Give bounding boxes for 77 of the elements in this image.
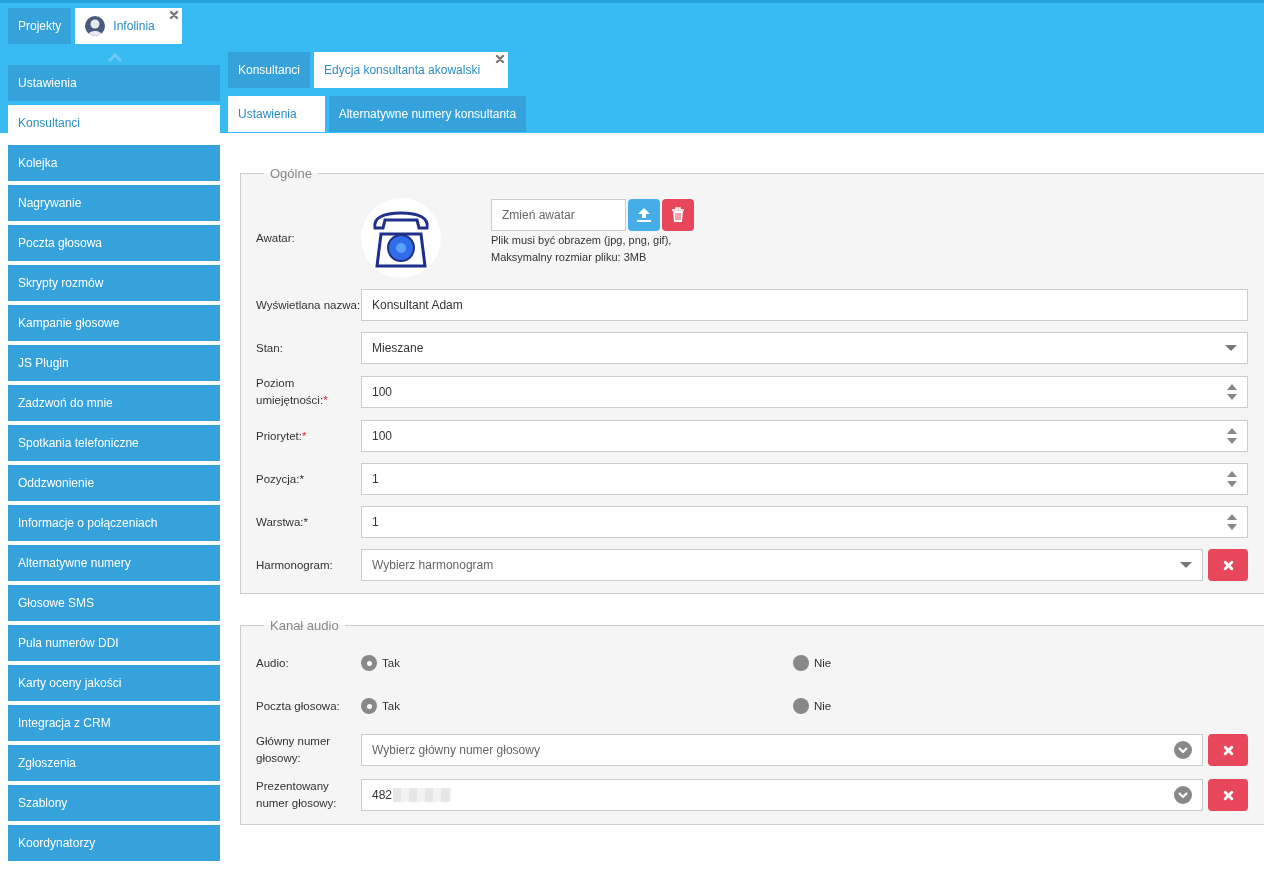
sidebar-item[interactable]: JS Plugin [8,345,220,381]
field-label: Pozycja:* [256,471,305,487]
sidebar-item[interactable]: Oddzwonienie [8,465,220,501]
project-tab[interactable]: Infolinia [75,8,182,44]
dropdown-field[interactable]: Wybierz główny numer głosowy [361,734,1203,766]
sub-tab[interactable]: Ustawienia [228,96,325,132]
field-label: Awatar: [256,230,296,246]
radio-label: Nie [814,700,832,712]
clear-button[interactable] [1208,734,1248,766]
spinner-icon[interactable] [1227,383,1237,401]
field-label: Główny numer głosowy: [256,734,332,766]
sidebar-item[interactable]: Poczta głosowa [8,225,220,261]
project-tab[interactable]: Projekty [8,8,72,44]
field-label: Priorytet:* [256,428,308,444]
sidebar-item[interactable]: Ustawienia [8,65,220,101]
field-label: Poczta głosowa: [256,698,341,714]
radio-button[interactable] [361,655,377,671]
sidebar-item[interactable]: Spotkania telefoniczne [8,425,220,461]
hint-text: Maksymalny rozmiar pliku: 3MB [491,250,648,265]
sidebar-item[interactable]: Alternatywne numery [8,545,220,581]
radio-button[interactable] [793,698,809,714]
page-tab[interactable]: Edycja konsultanta akowalski [314,52,509,88]
field-label: Prezentowany numer głosowy: [256,779,338,811]
sidebar-item[interactable]: Kampanie głosowe [8,305,220,341]
close-icon[interactable] [168,10,179,20]
number-field[interactable]: 100 [361,376,1248,408]
sidebar-item[interactable]: Nagrywanie [8,185,220,221]
section-legend: Ogólne [264,166,318,181]
sidebar-item[interactable]: Skrypty rozmów [8,265,220,301]
close-icon[interactable] [495,54,506,64]
trash-icon[interactable] [662,199,694,231]
spinner-icon[interactable] [1227,470,1237,488]
field-label: Harmonogram: [256,557,334,573]
chevron-down-icon[interactable] [1174,741,1192,759]
field-label: Audio: [256,655,290,671]
radio-label: Nie [814,657,832,669]
section-legend: Kanał audio [264,618,345,633]
sub-tab[interactable]: Alternatywne numery konsultanta [328,96,527,132]
number-field[interactable]: 1 [361,463,1248,495]
dropdown-field[interactable]: 482 [361,779,1203,811]
spinner-icon[interactable] [1227,427,1237,445]
chevron-down-icon[interactable] [1174,786,1192,804]
sidebar-item[interactable]: Integracja z CRM [8,705,220,741]
text-field[interactable]: Konsultant Adam [361,289,1248,321]
sidebar-item[interactable]: Zgłoszenia [8,745,220,781]
field-label: Poziom umiejętności:* [256,376,329,408]
radio-button[interactable] [793,655,809,671]
spinner-icon[interactable] [1227,513,1237,531]
clear-button[interactable] [1208,549,1248,581]
x-icon [1222,789,1234,801]
hint-text: Plik musi być obrazem (jpg, png, gif), [491,233,673,248]
upload-icon[interactable] [628,199,660,231]
number-field[interactable]: 100 [361,420,1248,452]
radio-button[interactable] [361,698,377,714]
chevron-down-icon[interactable] [1225,344,1237,352]
dropdown-field[interactable]: Wybierz harmonogram [361,549,1203,581]
x-icon [1222,559,1234,571]
radio-label: Tak [382,657,400,669]
radio-label: Tak [382,700,400,712]
sidebar-item[interactable]: Szablony [8,785,220,821]
avatar-file-field[interactable]: Zmień awatar [491,199,626,231]
field-label: Wyświetlana nazwa: [256,297,361,313]
sidebar-item[interactable]: Głosowe SMS [8,585,220,621]
sidebar-item[interactable]: Karty oceny jakości [8,665,220,701]
sidebar-item[interactable]: Zadzwoń do mnie [8,385,220,421]
sidebar-item[interactable]: Pula numerów DDI [8,625,220,661]
dropdown-field[interactable]: Mieszane [361,332,1248,364]
chevron-down-icon[interactable] [1180,561,1192,569]
field-label: Warstwa:* [256,514,309,530]
sidebar-item[interactable]: Kolejka [8,145,220,181]
clear-button[interactable] [1208,779,1248,811]
sidebar-item[interactable]: Koordynatorzy [8,825,220,861]
x-icon [1222,744,1234,756]
sidebar-item[interactable]: Informacje o połączeniach [8,505,220,541]
number-field[interactable]: 1 [361,506,1248,538]
field-label: Stan: [256,340,284,356]
page-tab[interactable]: Konsultanci [228,52,311,88]
